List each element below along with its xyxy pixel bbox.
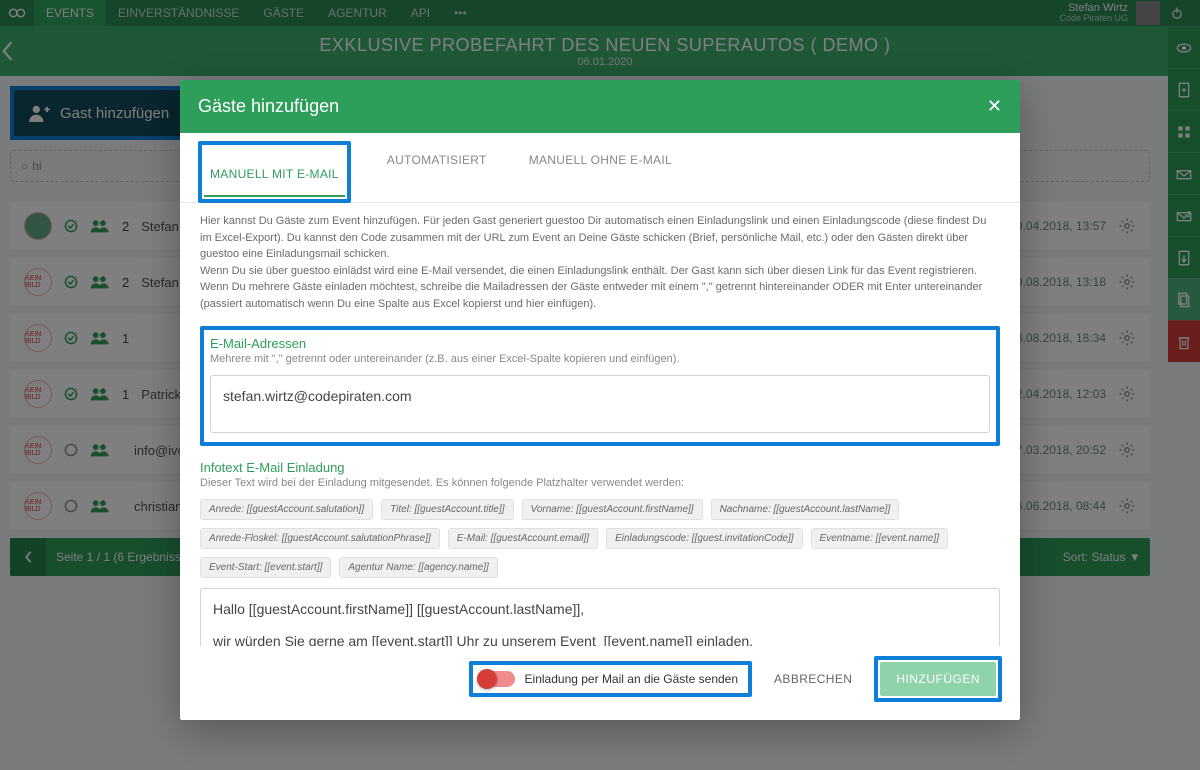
help-line: Wenn Du mehrere Gäste einladen möchtest,…: [200, 279, 1000, 312]
modal-help-text: Hier kannst Du Gäste zum Event hinzufüge…: [200, 213, 1000, 312]
send-mail-label: Einladung per Mail an die Gäste senden: [525, 672, 738, 686]
send-mail-toggle[interactable]: [479, 671, 515, 687]
placeholder-chip[interactable]: Anrede: [[guestAccount.salutation]]: [200, 499, 373, 520]
help-line: Wenn Du sie über guestoo einlädst wird e…: [200, 263, 1000, 280]
infotext-label: Infotext E-Mail Einladung: [200, 460, 1000, 475]
modal-header: Gäste hinzufügen ✕: [180, 80, 1020, 133]
add-guests-modal: Gäste hinzufügen ✕ MANUELL MIT E-MAIL AUT…: [180, 80, 1020, 720]
placeholder-chip[interactable]: Event-Start: [[event.start]]: [200, 557, 331, 578]
placeholder-chip[interactable]: Nachname: [[guestAccount.lastName]]: [711, 499, 900, 520]
placeholder-chip[interactable]: E-Mail: [[guestAccount.email]]: [448, 528, 598, 549]
placeholder-list: Anrede: [[guestAccount.salutation]] Titel…: [200, 499, 1000, 578]
modal-footer: Einladung per Mail an die Gäste senden A…: [180, 646, 1020, 720]
tab-automatisiert[interactable]: AUTOMATISIERT: [381, 133, 493, 202]
placeholder-chip[interactable]: Einladungscode: [[guest.invitationCode]]: [606, 528, 802, 549]
modal-title: Gäste hinzufügen: [198, 96, 339, 117]
placeholder-chip[interactable]: Vorname: [[guestAccount.firstName]]: [522, 499, 703, 520]
tab-manuell-mit-e-mail[interactable]: MANUELL MIT E-MAIL: [204, 147, 345, 197]
placeholder-chip[interactable]: Titel: [[guestAccount.title]]: [381, 499, 513, 520]
email-section-label: E-Mail-Adressen: [210, 336, 990, 351]
placeholder-chip[interactable]: Anrede-Floskel: [[guestAccount.salutatio…: [200, 528, 440, 549]
close-icon[interactable]: ✕: [987, 96, 1002, 117]
placeholder-chip[interactable]: Eventname: [[event.name]]: [811, 528, 949, 549]
cancel-button[interactable]: ABBRECHEN: [766, 662, 860, 696]
modal-tabs: MANUELL MIT E-MAIL AUTOMATISIERT MANUELL O…: [180, 133, 1020, 203]
help-line: Hier kannst Du Gäste zum Event hinzufüge…: [200, 213, 1000, 263]
infotext-sub: Dieser Text wird bei der Einladung mitge…: [200, 477, 1000, 489]
tab-manuell-ohne-e-mail[interactable]: MANUELL OHNE E-MAIL: [523, 133, 678, 202]
placeholder-chip[interactable]: Agentur Name: [[agency.name]]: [339, 557, 497, 578]
modal-overlay: Gäste hinzufügen ✕ MANUELL MIT E-MAIL AUT…: [0, 0, 1200, 770]
submit-button[interactable]: HINZUFÜGEN: [880, 662, 996, 696]
email-section-sub: Mehrere mit "," getrennt oder untereinan…: [210, 353, 990, 365]
email-input[interactable]: [210, 375, 990, 433]
infotext-input[interactable]: [200, 588, 1000, 646]
